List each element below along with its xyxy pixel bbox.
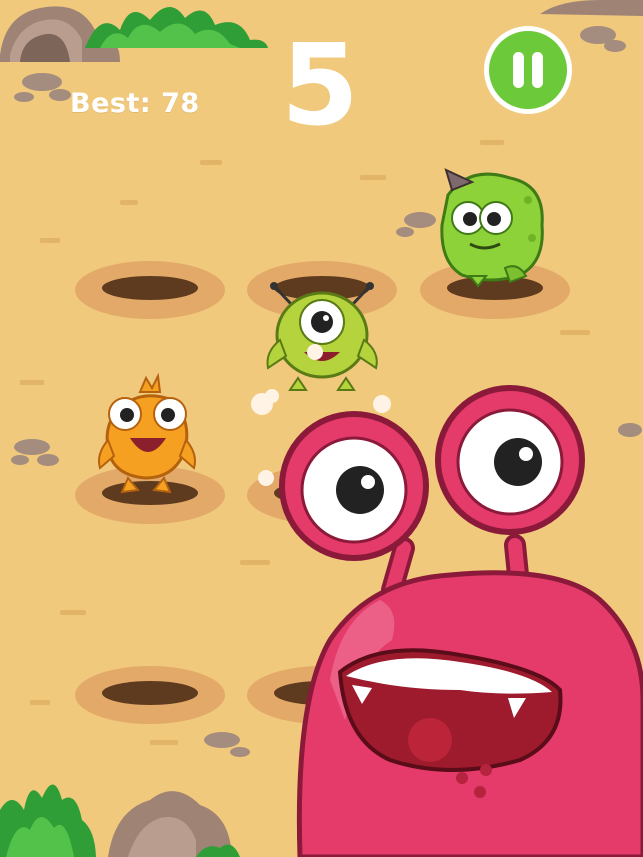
pause-icon [489,31,567,109]
pause-button[interactable] [484,26,572,114]
pause-bar-right [532,52,543,88]
rock-top-right [540,0,643,16]
green-cyclops-monster[interactable] [266,282,378,391]
pause-bar-left [513,52,524,88]
hole[interactable] [75,261,225,319]
green-horned-monster[interactable] [440,168,544,288]
hole[interactable] [75,666,225,724]
best-score-label: Best: 78 [70,88,200,119]
current-score: 5 [281,21,359,151]
game-board: Best: 78 5 [0,0,643,857]
pink-snail-monster[interactable] [279,385,643,857]
